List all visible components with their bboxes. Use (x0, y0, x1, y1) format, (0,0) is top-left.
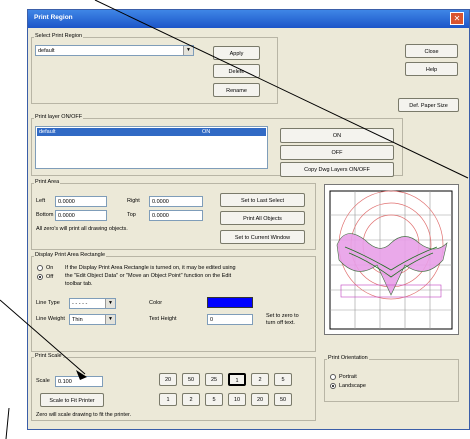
annotation-overlay (0, 0, 469, 439)
annotation-line-top (94, 0, 469, 179)
annotation-line-left-lower (5, 407, 10, 439)
page: { "window": { "title": "Print Region" },… (0, 0, 470, 439)
annotation-line-left (0, 299, 86, 375)
